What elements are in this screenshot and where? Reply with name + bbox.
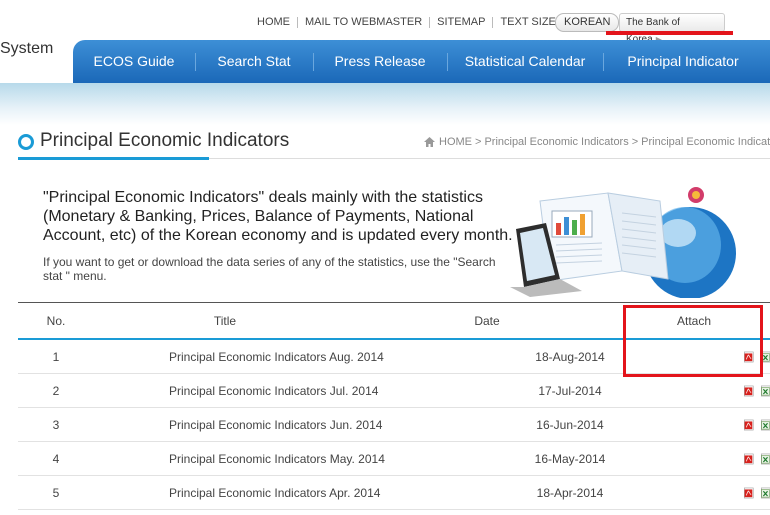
mail-webmaster-link[interactable]: MAIL TO WEBMASTER [298, 16, 431, 28]
pdf-file-icon[interactable] [744, 382, 754, 400]
row-title-link[interactable]: Principal Economic Indicators May. 2014 [94, 452, 432, 466]
column-header-title: Title [213, 314, 237, 328]
pdf-file-icon[interactable] [744, 348, 754, 366]
nav-statistical-calendar[interactable]: Statistical Calendar [447, 40, 603, 83]
row-date: 18-Aug-2014 [535, 349, 605, 364]
excel-file-icon[interactable] [760, 382, 770, 400]
row-attachments [694, 416, 770, 434]
nav-principal-indicator[interactable]: Principal Indicator [603, 40, 763, 83]
sitemap-link[interactable]: SITEMAP [430, 16, 494, 28]
row-number: 2 [52, 383, 60, 398]
row-date: 16-May-2014 [534, 451, 606, 466]
row-title-link[interactable]: Principal Economic Indicators Apr. 2014 [94, 486, 432, 500]
row-date: 18-Apr-2014 [536, 485, 604, 500]
korean-language-button[interactable]: KOREAN [555, 13, 620, 32]
row-number: 4 [52, 451, 60, 466]
report-illustration [510, 187, 736, 298]
intro-text: "Principal Economic Indicators" deals ma… [43, 189, 513, 244]
breadcrumb-separator-icon: > [631, 136, 639, 148]
nav-search-stat[interactable]: Search Stat [195, 40, 313, 83]
home-icon [424, 137, 435, 147]
row-number: 1 [52, 349, 60, 364]
row-title-link[interactable]: Principal Economic Indicators Aug. 2014 [94, 350, 432, 364]
table-header: No. Title Date Attach [18, 303, 770, 339]
row-attachments [694, 348, 770, 366]
table-row: 3 Principal Economic Indicators Jun. 201… [18, 408, 770, 442]
row-number: 3 [52, 417, 60, 432]
column-header-attach: Attach [676, 314, 712, 328]
excel-file-icon[interactable] [760, 450, 770, 468]
breadcrumb: HOME > Principal Economic Indicators > P… [424, 136, 770, 148]
excel-file-icon[interactable] [760, 348, 770, 366]
home-link[interactable]: HOME [250, 16, 298, 28]
title-underline [18, 157, 209, 160]
column-header-no: No. [46, 314, 66, 328]
table-row: 2 Principal Economic Indicators Jul. 201… [18, 374, 770, 408]
row-title-link[interactable]: Principal Economic Indicators Jul. 2014 [94, 384, 432, 398]
bank-of-korea-link[interactable]: The Bank of Korea▶ [619, 13, 725, 45]
excel-file-icon[interactable] [760, 416, 770, 434]
nav-ecos-guide[interactable]: ECOS Guide [73, 40, 195, 83]
table-row: 5 Principal Economic Indicators Apr. 201… [18, 476, 770, 510]
nav-press-release[interactable]: Press Release [313, 40, 447, 83]
row-attachments [694, 450, 770, 468]
table-row: 4 Principal Economic Indicators May. 201… [18, 442, 770, 476]
breadcrumb-separator-icon: > [475, 136, 482, 148]
row-attachments [694, 484, 770, 502]
text-size-label: TEXT SIZE [500, 15, 556, 28]
site-brand: System [0, 40, 54, 57]
breadcrumb-section[interactable]: Principal Economic Indicators [484, 136, 628, 148]
row-date: 17-Jul-2014 [538, 383, 602, 398]
row-title-link[interactable]: Principal Economic Indicators Jun. 2014 [94, 418, 432, 432]
row-attachments [694, 382, 770, 400]
main-nav: ECOS Guide Search Stat Press Release Sta… [73, 40, 770, 83]
breadcrumb-home[interactable]: HOME [439, 136, 472, 148]
page-title: Principal Economic Indicators [40, 130, 290, 151]
column-header-date: Date [474, 314, 500, 328]
table-body: 1 Principal Economic Indicators Aug. 201… [18, 340, 770, 510]
header-banner [0, 83, 770, 125]
breadcrumb-current: Principal Economic Indicators [641, 136, 770, 148]
utility-bar: HOME MAIL TO WEBMASTER SITEMAP TEXT SIZE… [250, 12, 593, 32]
pdf-file-icon[interactable] [744, 416, 754, 434]
pdf-file-icon[interactable] [744, 450, 754, 468]
title-rule [209, 158, 770, 159]
title-bullet-icon [18, 134, 34, 150]
table-row: 1 Principal Economic Indicators Aug. 201… [18, 340, 770, 374]
excel-file-icon[interactable] [760, 484, 770, 502]
row-date: 16-Jun-2014 [536, 417, 604, 432]
intro-subtext: If you want to get or download the data … [43, 255, 496, 283]
pdf-file-icon[interactable] [744, 484, 754, 502]
highlight-underline [606, 31, 733, 35]
row-number: 5 [52, 485, 60, 500]
